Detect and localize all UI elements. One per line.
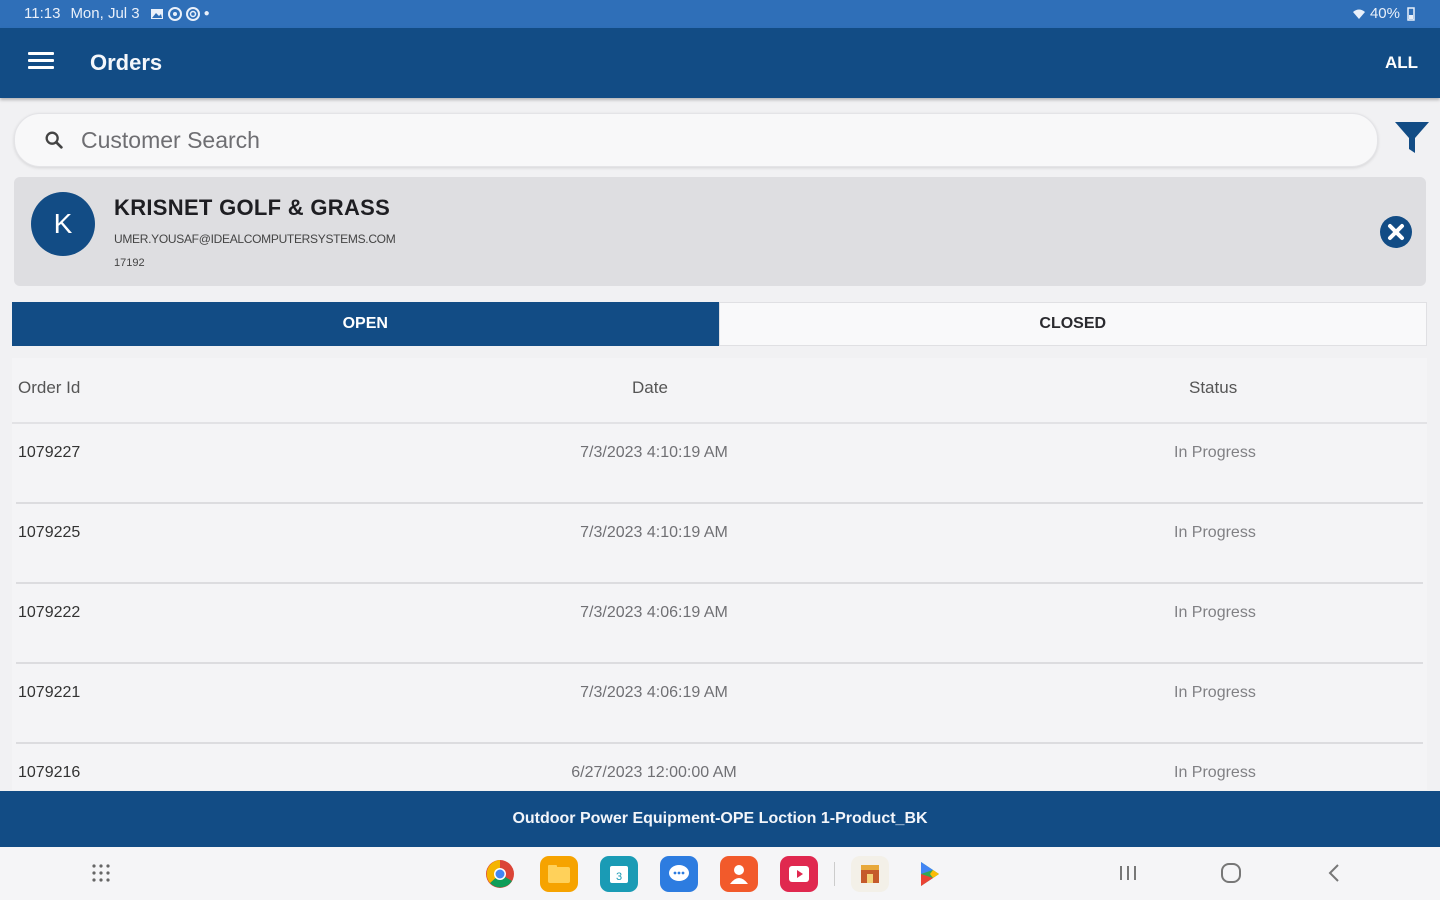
dot-icon: ● bbox=[203, 8, 210, 19]
recent-apps-icon[interactable] bbox=[1116, 861, 1140, 885]
selected-customer-card: K KRISNET GOLF & GRASS UMER.YOUSAF@IDEAL… bbox=[14, 177, 1426, 286]
app-dock: 3 bbox=[482, 856, 947, 892]
svg-text:3: 3 bbox=[616, 871, 622, 883]
table-header: Order Id Date Status bbox=[12, 358, 1427, 424]
table-row[interactable]: 1079221 7/3/2023 4:06:19 AM In Progress bbox=[16, 664, 1423, 744]
apps-grid-icon[interactable] bbox=[91, 863, 111, 883]
video-icon[interactable] bbox=[780, 856, 818, 892]
files-icon[interactable] bbox=[540, 856, 578, 892]
all-button[interactable]: ALL bbox=[1385, 53, 1418, 73]
order-status: In Progress bbox=[1174, 604, 1256, 621]
avatar: K bbox=[31, 192, 95, 256]
status-bar: 11:13 Mon, Jul 3 ● 40% bbox=[0, 0, 1440, 28]
gallery-icon bbox=[150, 8, 163, 19]
order-status: In Progress bbox=[1174, 764, 1256, 781]
table-row[interactable]: 1079222 7/3/2023 4:06:19 AM In Progress bbox=[16, 584, 1423, 664]
calendar-icon[interactable]: 3 bbox=[600, 856, 638, 892]
page-title: Orders bbox=[90, 50, 163, 75]
menu-icon[interactable] bbox=[28, 52, 54, 74]
order-status: In Progress bbox=[1174, 524, 1256, 541]
order-status: In Progress bbox=[1174, 444, 1256, 461]
orders-table: Order Id Date Status 1079227 7/3/2023 4:… bbox=[12, 358, 1427, 790]
customer-search-bar[interactable] bbox=[14, 113, 1378, 167]
tab-open[interactable]: OPEN bbox=[12, 302, 719, 346]
order-date: 7/3/2023 4:10:19 AM bbox=[580, 444, 728, 461]
store-icon[interactable] bbox=[851, 856, 889, 892]
chrome-icon[interactable] bbox=[482, 856, 518, 892]
notification-icons: ● bbox=[150, 6, 210, 21]
wifi-icon bbox=[1352, 9, 1365, 19]
status-time: 11:13 bbox=[24, 5, 61, 22]
battery-percent: 40% bbox=[1369, 5, 1400, 22]
battery-icon bbox=[1407, 6, 1415, 21]
status-date: Mon, Jul 3 bbox=[70, 5, 140, 22]
table-row[interactable]: 1079216 6/27/2023 12:00:00 AM In Progres… bbox=[16, 744, 1423, 790]
home-icon[interactable] bbox=[1219, 861, 1243, 885]
play-store-icon[interactable] bbox=[911, 856, 947, 892]
order-status-tabs: OPEN CLOSED bbox=[12, 302, 1427, 346]
app-bar: Orders ALL bbox=[0, 28, 1440, 98]
table-row[interactable]: 1079227 7/3/2023 4:10:19 AM In Progress bbox=[16, 424, 1423, 504]
customer-search-input[interactable] bbox=[79, 125, 1283, 155]
order-date: 7/3/2023 4:10:19 AM bbox=[580, 524, 728, 541]
header-status: Status bbox=[1189, 378, 1238, 397]
header-date: Date bbox=[632, 378, 668, 397]
filter-icon[interactable] bbox=[1394, 120, 1430, 156]
order-date: 7/3/2023 4:06:19 AM bbox=[580, 604, 728, 621]
back-icon[interactable] bbox=[1322, 861, 1346, 885]
location-footer: Outdoor Power Equipment-OPE Loction 1-Pr… bbox=[0, 791, 1440, 847]
order-status: In Progress bbox=[1174, 684, 1256, 701]
order-date: 6/27/2023 12:00:00 AM bbox=[571, 764, 737, 781]
customer-email: UMER.YOUSAF@IDEALCOMPUTERSYSTEMS.COM bbox=[114, 232, 396, 246]
order-date: 7/3/2023 4:06:19 AM bbox=[580, 684, 728, 701]
settings-icon bbox=[185, 6, 200, 21]
clear-customer-icon[interactable] bbox=[1379, 215, 1413, 249]
sync-icon bbox=[167, 6, 182, 21]
customer-name: KRISNET GOLF & GRASS bbox=[114, 195, 391, 220]
messages-icon[interactable] bbox=[660, 856, 698, 892]
customer-id: 17192 bbox=[114, 257, 145, 269]
search-icon bbox=[45, 131, 63, 149]
tab-closed[interactable]: CLOSED bbox=[718, 302, 1427, 346]
contacts-icon[interactable] bbox=[720, 856, 758, 892]
table-row[interactable]: 1079225 7/3/2023 4:10:19 AM In Progress bbox=[16, 504, 1423, 584]
dock-divider bbox=[834, 862, 835, 886]
